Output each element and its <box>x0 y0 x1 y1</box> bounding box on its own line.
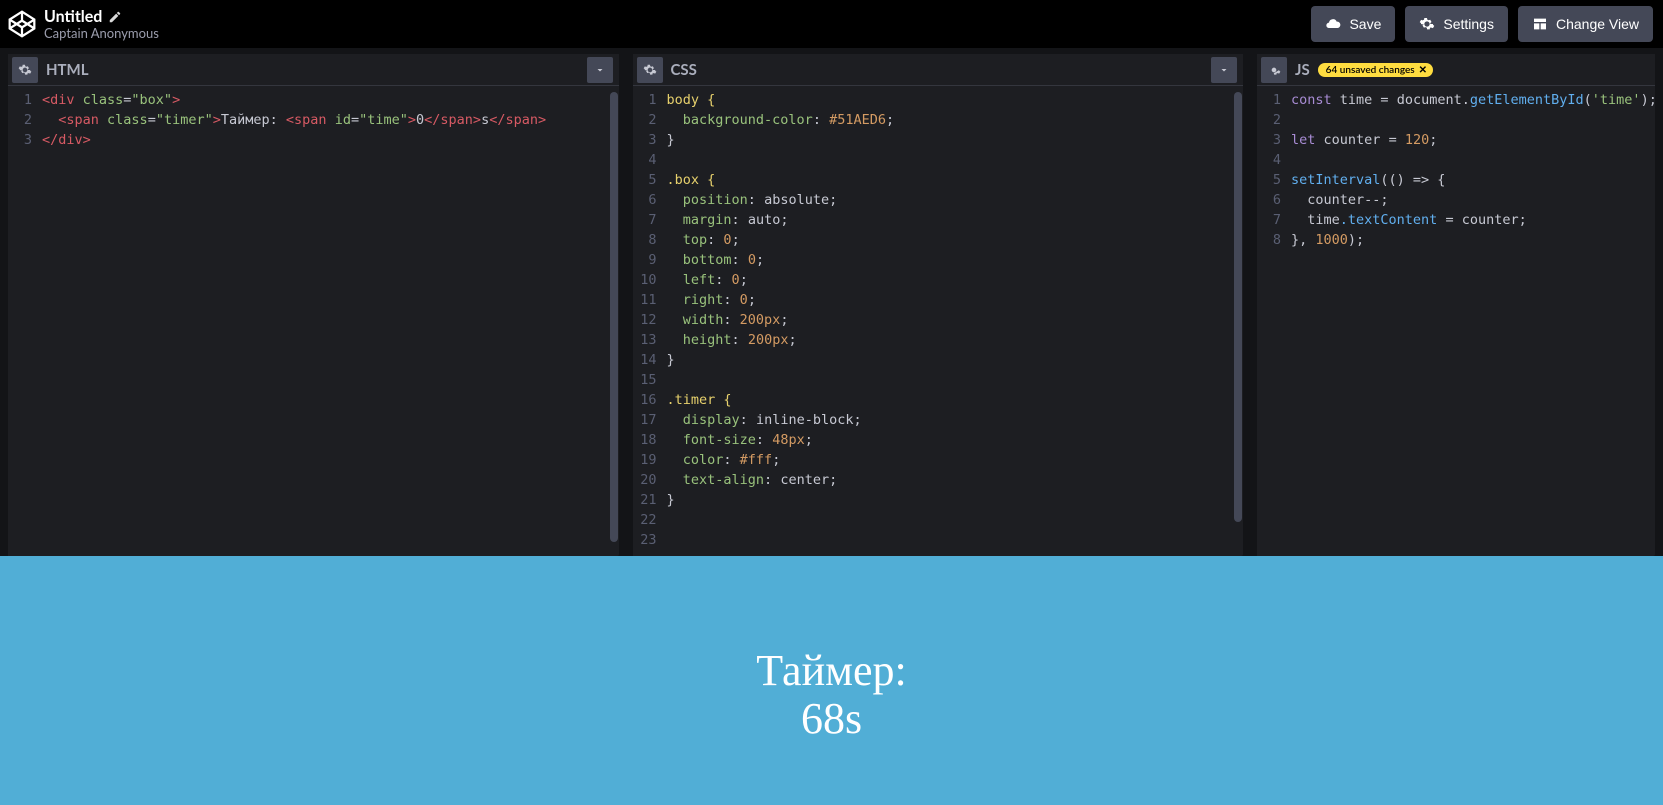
unsaved-changes-badge: 64 unsaved changes ✕ <box>1318 63 1433 77</box>
logo-block: Untitled Captain Anonymous <box>8 8 159 40</box>
timer-value: 68s <box>756 694 906 745</box>
gear-icon <box>1267 63 1281 77</box>
css-panel-title: CSS <box>671 61 697 79</box>
css-settings-button[interactable] <box>637 57 663 83</box>
badge-close-icon[interactable]: ✕ <box>1419 64 1427 76</box>
html-panel: HTML 123 <div class="box"> <span class="… <box>8 54 619 556</box>
settings-label: Settings <box>1443 16 1494 32</box>
js-gutter: 12345678 <box>1257 86 1287 556</box>
settings-button[interactable]: Settings <box>1405 6 1508 42</box>
css-panel-header: CSS <box>633 54 1244 86</box>
edit-title-icon[interactable] <box>108 10 122 24</box>
timer-box: Таймер: 68s <box>756 648 906 745</box>
html-editor[interactable]: 123 <div class="box"> <span class="timer… <box>8 86 619 556</box>
js-settings-button[interactable] <box>1261 57 1287 83</box>
js-panel-title: JS <box>1295 61 1310 79</box>
html-gutter: 123 <box>8 86 38 556</box>
pen-title: Untitled <box>44 8 102 26</box>
css-panel: CSS 123456789101112131415161718192021222… <box>633 54 1244 556</box>
html-code[interactable]: <div class="box"> <span class="timer">Та… <box>38 86 619 556</box>
html-panel-header: HTML <box>8 54 619 86</box>
scroll-thumb[interactable] <box>1234 92 1242 522</box>
gear-icon <box>1419 16 1435 32</box>
js-code[interactable]: const time = document.getElementById('ti… <box>1287 86 1655 556</box>
chevron-down-icon <box>594 64 606 76</box>
js-editor[interactable]: 12345678 const time = document.getElemen… <box>1257 86 1655 556</box>
chevron-down-icon <box>1218 64 1230 76</box>
preview-pane: Таймер: 68s <box>0 556 1663 805</box>
gear-icon <box>18 63 32 77</box>
css-collapse-button[interactable] <box>1211 57 1237 83</box>
change-view-button[interactable]: Change View <box>1518 6 1653 42</box>
change-view-label: Change View <box>1556 16 1639 32</box>
css-code[interactable]: body { background-color: #51AED6; } .box… <box>663 86 1244 556</box>
timer-label: Таймер: <box>756 648 906 694</box>
html-collapse-button[interactable] <box>587 57 613 83</box>
save-button[interactable]: Save <box>1311 6 1395 42</box>
pen-title-row[interactable]: Untitled <box>44 8 159 26</box>
title-block: Untitled Captain Anonymous <box>44 8 159 40</box>
html-settings-button[interactable] <box>12 57 38 83</box>
pen-author: Captain Anonymous <box>44 26 159 40</box>
badge-text: 64 unsaved changes <box>1326 64 1415 76</box>
html-panel-title: HTML <box>46 61 89 79</box>
top-bar: Untitled Captain Anonymous Save Settings… <box>0 0 1663 48</box>
save-label: Save <box>1349 16 1381 32</box>
css-gutter: 1234567891011121314151617181920212223 <box>633 86 663 556</box>
layout-icon <box>1532 16 1548 32</box>
js-panel-header: JS 64 unsaved changes ✕ <box>1257 54 1655 86</box>
codepen-logo-icon <box>8 10 36 38</box>
scroll-thumb[interactable] <box>610 92 618 542</box>
gear-icon <box>643 63 657 77</box>
js-panel: JS 64 unsaved changes ✕ 12345678 const t… <box>1257 54 1655 556</box>
css-editor[interactable]: 1234567891011121314151617181920212223 bo… <box>633 86 1244 556</box>
editors-row: HTML 123 <div class="box"> <span class="… <box>0 48 1663 556</box>
cloud-icon <box>1325 16 1341 32</box>
